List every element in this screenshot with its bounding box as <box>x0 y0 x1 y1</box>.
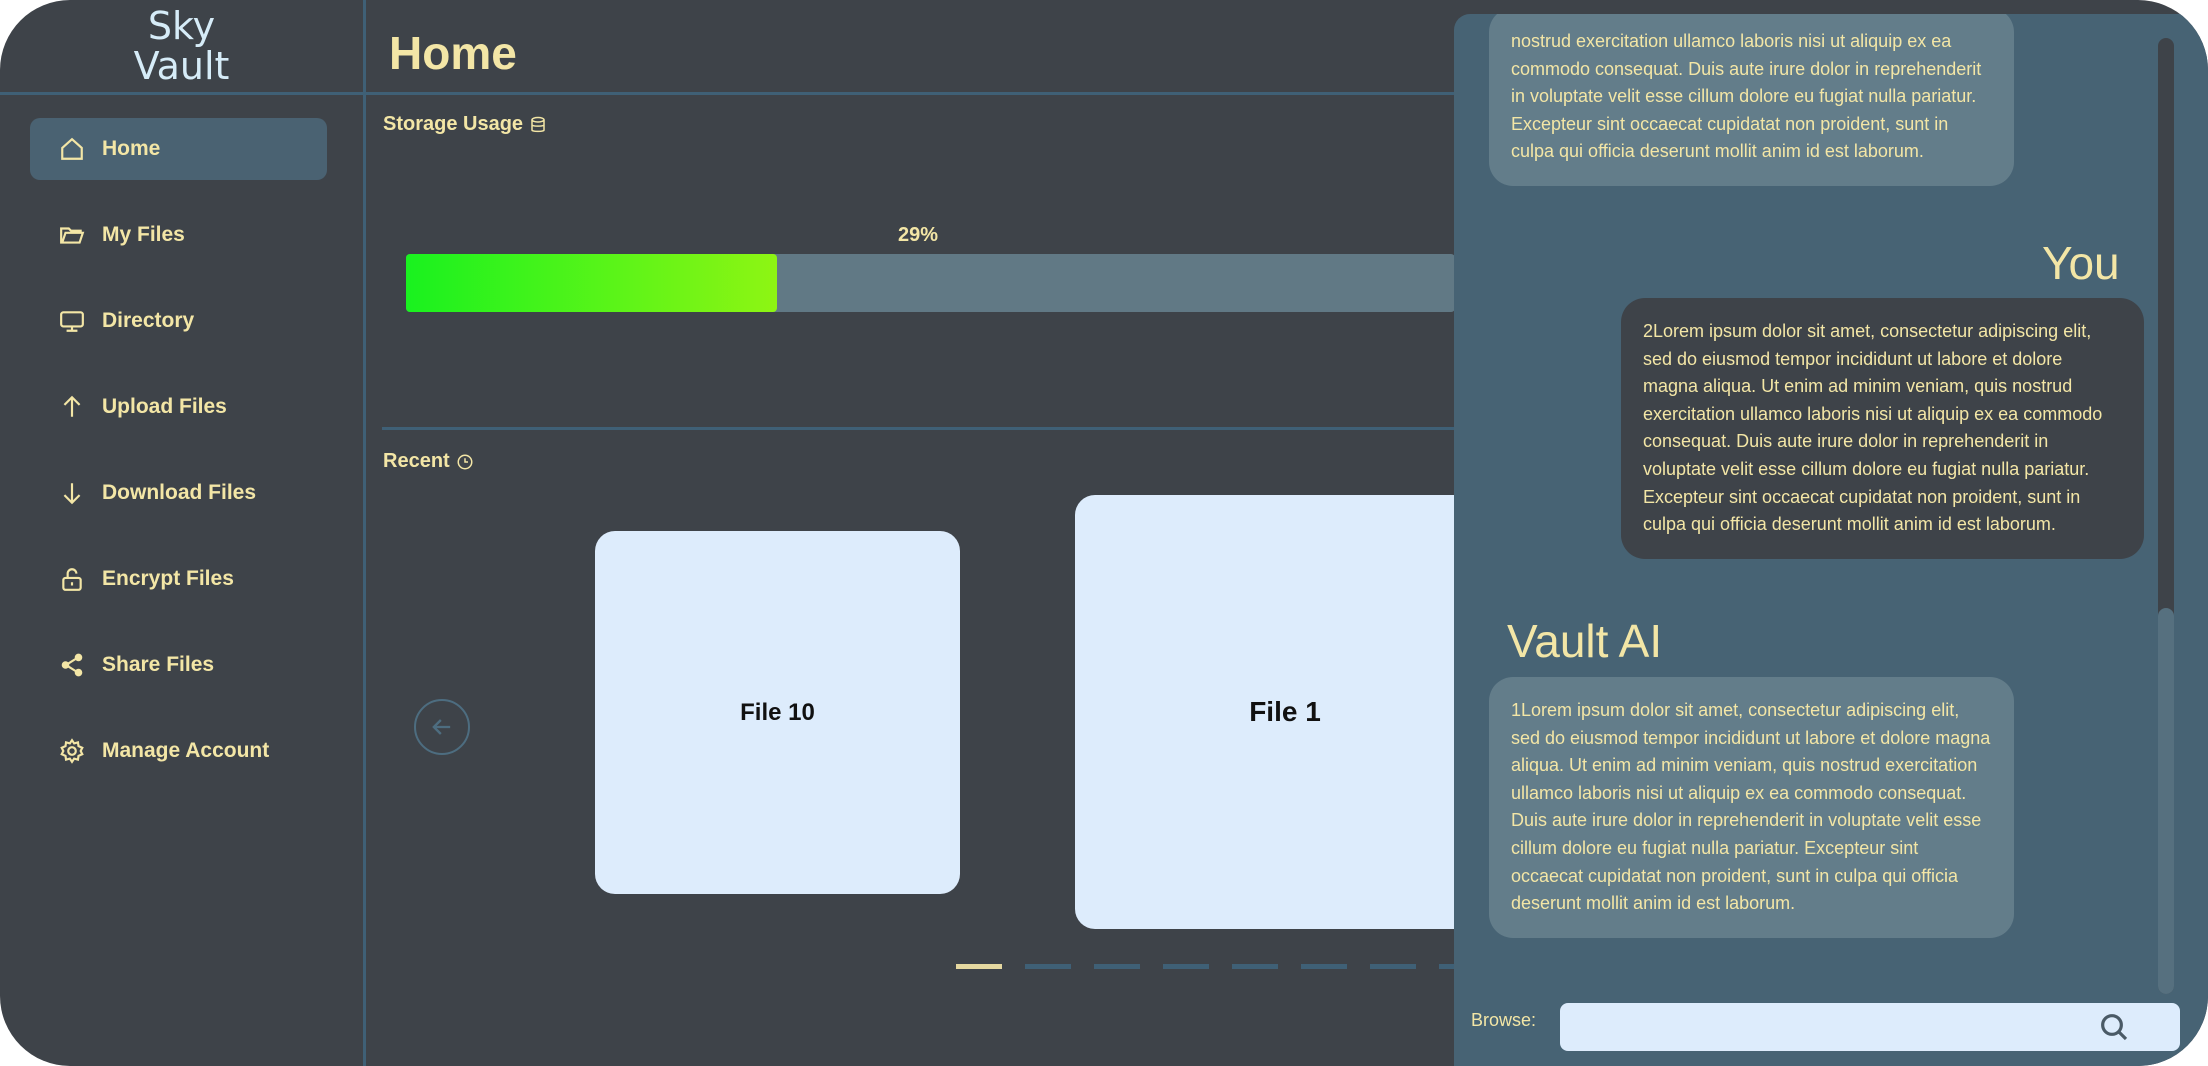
sidebar-item-label: Upload Files <box>102 395 227 418</box>
carousel-dot[interactable] <box>956 964 1002 969</box>
arrow-up-icon <box>58 393 86 421</box>
brand-line-1: Sky <box>147 4 216 48</box>
home-icon <box>58 135 86 163</box>
search-icon[interactable] <box>2098 1011 2130 1043</box>
storage-percent: 29% <box>898 224 939 246</box>
carousel-prev-button[interactable] <box>414 699 470 755</box>
chat-message-user: 2Lorem ipsum dolor sit amet, consectetur… <box>1621 298 2144 559</box>
chat-message-ai: nostrud exercitation ullamco laboris nis… <box>1489 14 2014 186</box>
sidebar-item-label: Home <box>102 137 161 160</box>
sidebar-item-home[interactable]: Home <box>30 118 327 180</box>
carousel-dot[interactable] <box>1025 964 1071 969</box>
arrow-left-icon <box>432 719 451 735</box>
database-icon <box>531 116 545 132</box>
sidebar-nav: Home My Files Directory Upload Files Dow… <box>30 118 327 806</box>
brand-line-2: Vault <box>133 44 230 88</box>
folder-icon <box>58 221 86 249</box>
storage-usage-label: Storage Usage <box>383 113 524 135</box>
app-window: Sky Vault Home My Files Directory Upload… <box>0 0 2208 1066</box>
file-card-label: File 10 <box>740 698 815 726</box>
sidebar: Sky Vault Home My Files Directory Upload… <box>0 0 366 1066</box>
carousel-dot[interactable] <box>1094 964 1140 969</box>
vault-ai-chat-panel: nostrud exercitation ullamco laboris nis… <box>1454 14 2208 1066</box>
monitor-icon <box>58 307 86 335</box>
sidebar-item-label: Encrypt Files <box>102 567 234 590</box>
carousel-pagination <box>956 964 1485 969</box>
storage-progress-fill <box>406 254 778 312</box>
file-card[interactable]: File 1 <box>1075 495 1495 929</box>
storage-usage-heading: Storage Usage <box>383 113 547 136</box>
chat-scrollbar-thumb[interactable] <box>2158 608 2174 994</box>
brand-logo: Sky Vault <box>0 0 363 92</box>
recent-label: Recent <box>383 450 450 472</box>
sidebar-item-label: My Files <box>102 223 185 246</box>
sidebar-item-manage-account[interactable]: Manage Account <box>30 720 327 782</box>
sidebar-item-label: Directory <box>102 309 195 332</box>
browse-input[interactable] <box>1560 1003 2180 1051</box>
arrow-down-icon <box>58 479 86 507</box>
chat-scrollbar[interactable] <box>2158 38 2174 994</box>
clock-icon <box>457 454 473 469</box>
carousel-dot[interactable] <box>1232 964 1278 969</box>
browse-label: Browse: <box>1471 1010 1537 1030</box>
chat-sender-you: You <box>2042 237 2120 289</box>
sidebar-item-download-files[interactable]: Download Files <box>30 462 327 524</box>
sidebar-item-share-files[interactable]: Share Files <box>30 634 327 696</box>
gear-icon <box>58 737 86 765</box>
chat-message-ai: 1Lorem ipsum dolor sit amet, consectetur… <box>1489 677 2014 938</box>
sidebar-item-label: Download Files <box>102 481 257 504</box>
carousel-dot[interactable] <box>1163 964 1209 969</box>
file-card-label: File 1 <box>1249 696 1321 727</box>
page-title: Home <box>389 27 517 79</box>
sidebar-item-directory[interactable]: Directory <box>30 290 327 352</box>
carousel-dot[interactable] <box>1370 964 1416 969</box>
recent-heading: Recent <box>383 450 474 473</box>
chat-sender-ai: Vault AI <box>1507 615 1663 667</box>
sidebar-item-encrypt-files[interactable]: Encrypt Files <box>30 548 327 610</box>
sidebar-item-label: Manage Account <box>102 739 270 762</box>
file-card[interactable]: File 10 <box>595 531 960 894</box>
carousel-dot[interactable] <box>1301 964 1347 969</box>
lock-icon <box>58 565 86 593</box>
sidebar-item-label: Share Files <box>102 653 215 676</box>
header-divider <box>0 92 1455 95</box>
share-icon <box>58 651 86 679</box>
sidebar-item-upload-files[interactable]: Upload Files <box>30 376 327 438</box>
sidebar-item-my-files[interactable]: My Files <box>30 204 327 266</box>
storage-progress-bar <box>406 254 1455 312</box>
